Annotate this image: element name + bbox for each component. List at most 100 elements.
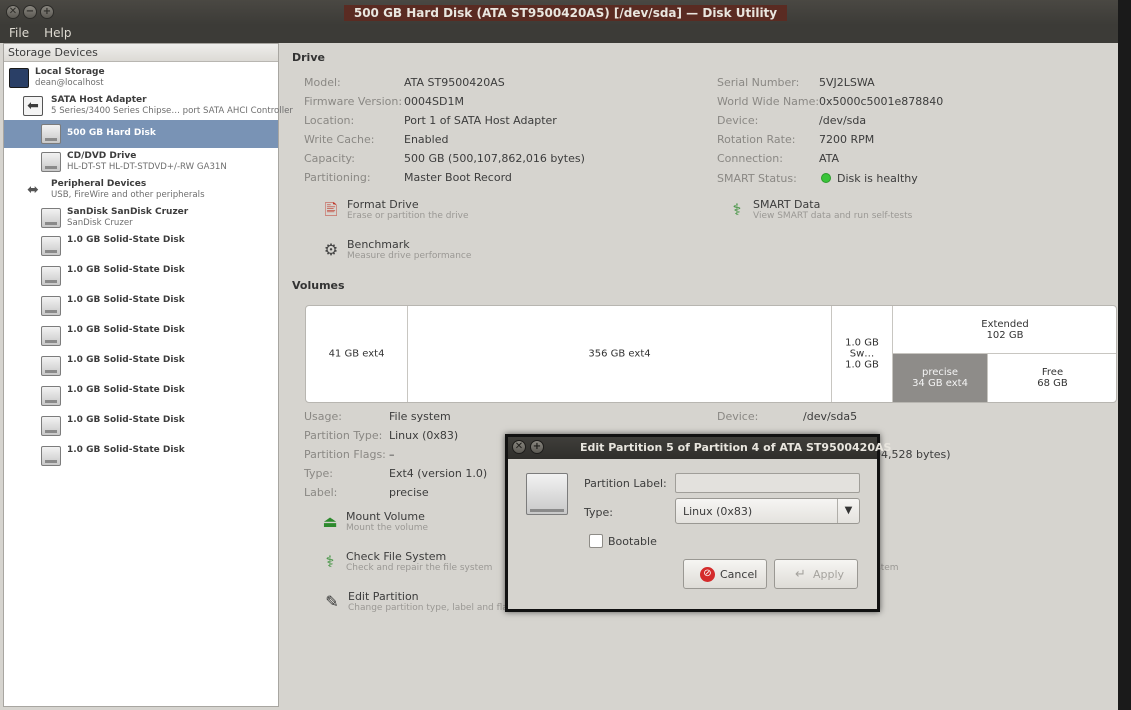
sidebar-item-sata-host-adapter[interactable]: ⬅ SATA Host Adapter 5 Series/3400 Series… (4, 92, 293, 120)
usb-icon: ⬌ (27, 182, 39, 198)
title-bar: ✕ − + 500 GB Hard Disk (ATA ST9500420AS)… (0, 0, 1131, 25)
cancel-button[interactable]: ⊘ Cancel (683, 559, 767, 589)
serial-value: 5VJ2LSWA (819, 76, 875, 89)
check-file-system-button[interactable]: ⚕ Check File System Check and repair the… (320, 550, 520, 578)
sidebar-item-ssd-7[interactable]: 1.0 GB Solid-State Disk (4, 412, 278, 440)
smart-status-value: Disk is healthy (837, 172, 918, 185)
sidebar-item-ssd-5[interactable]: 1.0 GB Solid-State Disk (4, 352, 278, 380)
volume-device-label: Device: (717, 410, 759, 423)
firmware-value: 0004SD1M (404, 95, 464, 108)
dialog-title-bar: ✕ + Edit Partition 5 of Partition 4 of A… (508, 437, 891, 459)
bootable-checkbox[interactable] (589, 534, 603, 548)
usage-label: Usage: (304, 410, 342, 423)
connection-label: Connection: (717, 152, 783, 165)
partition-label-field[interactable] (675, 473, 860, 493)
edit-partition-dialog: ✕ + Edit Partition 5 of Partition 4 of A… (505, 434, 891, 612)
sidebar-item-ssd-1[interactable]: 1.0 GB Solid-State Disk (4, 232, 278, 260)
solid-state-disk-icon (41, 386, 61, 406)
fs-type-label: Type: (304, 467, 333, 480)
model-label: Model: (304, 76, 341, 89)
apply-icon: ↵ (795, 567, 806, 582)
capacity-value: 500 GB (500,107,862,016 bytes) (404, 152, 585, 165)
wwn-value: 0x5000c5001e878840 (819, 95, 944, 108)
menu-bar: File Help (0, 25, 1131, 43)
sidebar-item-ssd-8[interactable]: 1.0 GB Solid-State Disk (4, 442, 278, 470)
solid-state-disk-icon (41, 236, 61, 256)
volume-segment-free[interactable]: Free 68 GB (988, 354, 1116, 402)
mount-icon: ⏏ (322, 512, 338, 531)
close-icon[interactable]: ✕ (512, 440, 526, 454)
drive-section-title: Drive (292, 51, 325, 64)
solid-state-disk-icon (41, 326, 61, 346)
type-label: Type: (584, 506, 613, 519)
rotation-rate-value: 7200 RPM (819, 133, 875, 146)
partition-label-label: Partition Label: (584, 477, 667, 490)
partition-type-label: Partition Type: (304, 429, 383, 442)
volume-segment-swap[interactable]: 1.0 GB Sw… 1.0 GB (832, 306, 893, 402)
rotation-rate-label: Rotation Rate: (717, 133, 796, 146)
write-cache-label: Write Cache: (304, 133, 375, 146)
apply-button[interactable]: ↵ Apply (774, 559, 858, 589)
write-cache-value: Enabled (404, 133, 449, 146)
sidebar-item-sandisk-cruzer[interactable]: SanDisk SanDisk Cruzer SanDisk Cruzer (4, 204, 278, 232)
benchmark-button[interactable]: ⚙ Benchmark Measure drive performance (321, 238, 521, 266)
sidebar-item-local-storage[interactable]: Local Storage dean@localhost (4, 64, 278, 92)
sidebar-item-ssd-4[interactable]: 1.0 GB Solid-State Disk (4, 322, 278, 350)
edit-partition-button[interactable]: ✎ Edit Partition Change partition type, … (322, 590, 522, 618)
cancel-icon: ⊘ (700, 567, 715, 582)
volumes-section-title: Volumes (292, 279, 345, 292)
volume-segment-extended[interactable]: Extended 102 GB (893, 306, 1116, 354)
volume-label-value: precise (389, 486, 429, 499)
computer-icon (9, 68, 29, 88)
sidebar-item-peripheral-devices[interactable]: ⬌ Peripheral Devices USB, FireWire and o… (4, 176, 278, 204)
desktop-edge (1118, 0, 1131, 710)
usb-drive-icon (41, 208, 61, 228)
menu-help[interactable]: Help (35, 25, 77, 40)
partition-type-value: Linux (0x83) (389, 429, 459, 442)
smart-data-icon: ⚕ (732, 200, 742, 219)
volume-map: 41 GB ext4 356 GB ext4 1.0 GB Sw… 1.0 GB … (305, 305, 1117, 403)
health-ok-icon (821, 173, 831, 183)
sidebar-item-ssd-3[interactable]: 1.0 GB Solid-State Disk (4, 292, 278, 320)
dialog-title: Edit Partition 5 of Partition 4 of ATA S… (580, 441, 892, 454)
volume-segment-sda2[interactable]: 356 GB ext4 (408, 306, 832, 402)
partition-flags-label: Partition Flags: (304, 448, 386, 461)
optical-drive-icon (41, 152, 61, 172)
mount-volume-button[interactable]: ⏏ Mount Volume Mount the volume (320, 510, 520, 538)
partition-type-select[interactable]: Linux (0x83) ▼ (675, 498, 860, 524)
wwn-label: World Wide Name: (717, 95, 820, 108)
window-title: 500 GB Hard Disk (ATA ST9500420AS) [/dev… (0, 5, 1131, 21)
device-label: Device: (717, 114, 759, 127)
hard-disk-icon (526, 473, 568, 515)
sidebar-item-ssd-2[interactable]: 1.0 GB Solid-State Disk (4, 262, 278, 290)
volume-label-label: Label: (304, 486, 338, 499)
sata-adapter-icon: ⬅ (23, 96, 43, 116)
capacity-label: Capacity: (304, 152, 355, 165)
format-drive-button[interactable]: 🖹 Format Drive Erase or partition the dr… (321, 198, 521, 226)
volume-segment-sda1[interactable]: 41 GB ext4 (306, 306, 408, 402)
location-value: Port 1 of SATA Host Adapter (404, 114, 557, 127)
smart-data-button[interactable]: ⚕ SMART Data View SMART data and run sel… (727, 198, 947, 226)
solid-state-disk-icon (41, 416, 61, 436)
chevron-down-icon: ▼ (837, 499, 859, 523)
partitioning-label: Partitioning: (304, 171, 371, 184)
solid-state-disk-icon (41, 296, 61, 316)
model-value: ATA ST9500420AS (404, 76, 505, 89)
partition-flags-value: – (389, 448, 395, 461)
format-drive-icon: 🖹 (324, 200, 338, 219)
menu-file[interactable]: File (0, 25, 35, 40)
bootable-label: Bootable (608, 535, 657, 548)
serial-label: Serial Number: (717, 76, 800, 89)
sidebar-item-cd-dvd-drive[interactable]: CD/DVD Drive HL-DT-ST HL-DT-STDVD+/-RW G… (4, 148, 278, 176)
sidebar-item-500gb-hard-disk[interactable]: 500 GB Hard Disk (4, 120, 278, 148)
usage-value: File system (389, 410, 451, 423)
firmware-label: Firmware Version: (304, 95, 403, 108)
volume-segment-precise[interactable]: precise 34 GB ext4 (893, 354, 988, 402)
sidebar-item-ssd-6[interactable]: 1.0 GB Solid-State Disk (4, 382, 278, 410)
hard-disk-icon (41, 124, 61, 144)
maximize-icon[interactable]: + (530, 440, 544, 454)
smart-status-label: SMART Status: (717, 172, 797, 185)
connection-value: ATA (819, 152, 840, 165)
solid-state-disk-icon (41, 266, 61, 286)
location-label: Location: (304, 114, 355, 127)
